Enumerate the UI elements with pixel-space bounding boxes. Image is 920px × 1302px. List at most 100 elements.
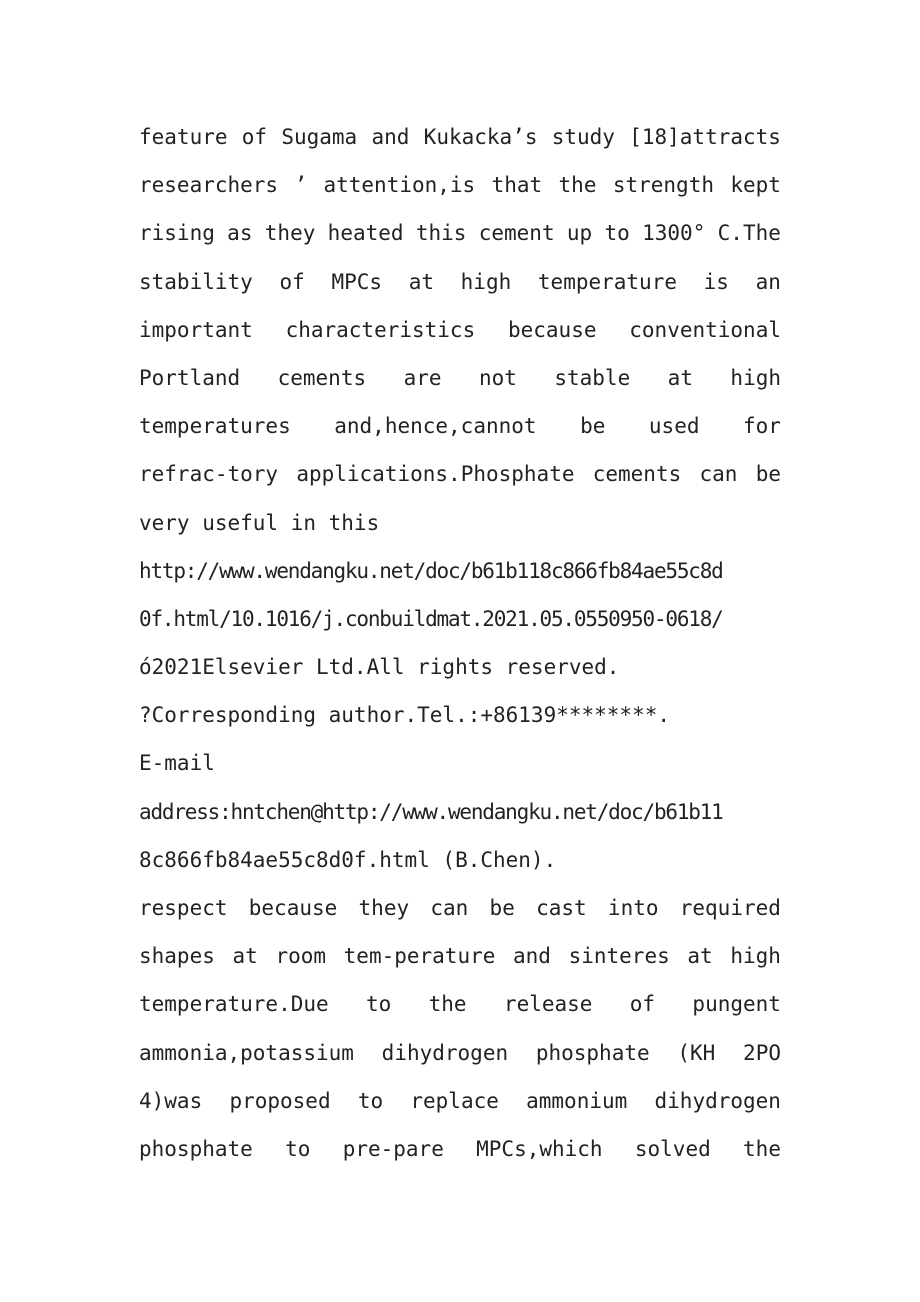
word: at <box>408 269 434 294</box>
word: of <box>629 992 656 1017</box>
word: dihydrogen <box>381 1040 509 1065</box>
word: study <box>551 125 615 149</box>
text-line: phosphate to pre-pare MPCs,which solved the <box>139 1129 781 1177</box>
word: to <box>357 1088 384 1113</box>
word: they <box>358 896 410 920</box>
word: researchers <box>139 173 279 198</box>
word: are <box>403 365 442 390</box>
word: to <box>285 1136 311 1161</box>
word: important <box>139 317 253 342</box>
word: sinteres <box>568 944 670 969</box>
text-line: researchers ’ attention,is that the strength k… <box>139 165 781 213</box>
text-line: important characteristics because conventio… <box>139 310 781 358</box>
text-line: shapes at room tem-perature and sinteres at hig… <box>139 936 781 984</box>
url-line: 0f.html/10.1016/j.conbuildmat.2021.05.05… <box>139 606 724 631</box>
word: at <box>232 944 258 969</box>
word: feature <box>139 125 228 149</box>
word: can <box>430 896 469 920</box>
word: MPCs,which <box>476 1136 603 1161</box>
word: room <box>275 944 327 969</box>
word: respect <box>139 896 228 920</box>
word: at <box>687 944 713 969</box>
word: high <box>730 944 781 969</box>
text-line: respect because they can be cast into required <box>139 888 781 936</box>
word: phosphate <box>535 1040 650 1065</box>
word: to <box>366 992 392 1017</box>
word: cements <box>277 365 367 390</box>
text-line: feature of Sugama and Kukacka’s study [18]attr… <box>139 117 781 165</box>
word: can <box>699 462 738 487</box>
word: characteristics <box>285 317 476 342</box>
word: release <box>503 992 593 1017</box>
text-line: temperatures and,hence,cannot be used for <box>139 406 781 454</box>
word: is <box>703 269 729 294</box>
word: 1300° <box>642 221 706 246</box>
word: C.The <box>717 221 781 246</box>
word: (KH <box>677 1040 716 1065</box>
word: used <box>648 414 700 439</box>
word: Kukacka’s <box>423 125 538 149</box>
word: of <box>241 125 268 149</box>
text-line: temperature.Due to the release of pungent <box>139 984 781 1032</box>
corresponding-author-line: ?Corresponding author.Tel.:+86139*******… <box>139 703 671 728</box>
word: ammonia,potassium <box>139 1040 354 1065</box>
word: Sugama <box>281 125 358 149</box>
word: and <box>371 125 410 149</box>
word: MPCs <box>331 269 383 294</box>
word: cast <box>536 896 587 920</box>
word: stable <box>554 365 631 390</box>
word: strength <box>612 173 714 198</box>
word: required <box>679 896 781 920</box>
word: shapes <box>139 944 215 969</box>
word: the <box>428 992 467 1017</box>
word: be <box>580 414 606 439</box>
word: applications.Phosphate <box>296 462 575 487</box>
word: Portland <box>139 365 241 390</box>
word: kept <box>730 173 781 198</box>
email-address-line: address:hntchen@http://www.wendangku.net… <box>139 799 724 824</box>
word: phosphate <box>139 1136 253 1161</box>
word: tem-perature <box>343 944 496 969</box>
word: rising <box>139 221 215 246</box>
word: [18]attracts <box>629 125 781 149</box>
word: and,hence,cannot <box>334 414 537 439</box>
word: temperatures <box>139 414 291 439</box>
text-line: rising as they heated this cement up to 1300° C.T… <box>139 213 781 261</box>
url-line: http://www.wendangku.net/doc/b61b118c866… <box>139 558 724 583</box>
word: for <box>743 414 781 439</box>
word: temperature <box>537 269 677 294</box>
word: stability <box>139 269 253 294</box>
word: heated <box>327 221 404 246</box>
word: the <box>743 1136 781 1161</box>
word: up <box>566 221 593 246</box>
word: and <box>513 944 551 969</box>
email-label-line: E-mail <box>139 751 215 776</box>
word: ammonium <box>526 1088 628 1113</box>
text-line: 4)was proposed to replace ammonium dihydrogen <box>139 1081 781 1129</box>
text-line: Portland cements are not stable at high <box>139 358 781 406</box>
text-line: refrac-tory applications.Phosphate cements… <box>139 454 781 502</box>
word: because <box>248 896 338 920</box>
word: temperature.Due <box>139 992 329 1017</box>
word: replace <box>410 1088 499 1113</box>
word: solved <box>634 1136 711 1161</box>
text-line: stability of MPCs at high temperature is an <box>139 262 781 310</box>
word: 2PO <box>743 1040 781 1065</box>
word: cements <box>592 462 682 487</box>
word: pre-pare <box>342 1136 444 1161</box>
word: the <box>558 173 597 198</box>
word: 4)was <box>139 1088 203 1113</box>
text-line: very useful in this <box>139 510 380 535</box>
email-address-line: 8c866fb84ae55c8d0f.html (B.Chen). <box>139 847 557 872</box>
word: high <box>460 269 512 294</box>
word: proposed <box>229 1088 331 1113</box>
word: to <box>604 221 630 246</box>
word: because <box>507 317 597 342</box>
word: that <box>491 173 543 198</box>
copyright-line: ó2021Elsevier Ltd.All rights reserved. <box>139 655 620 680</box>
text-line: ammonia,potassium dihydrogen phosphate (KH 2… <box>139 1033 781 1081</box>
word: not <box>478 365 517 390</box>
word: be <box>755 462 781 487</box>
word: high <box>730 365 781 390</box>
word: be <box>489 896 515 920</box>
